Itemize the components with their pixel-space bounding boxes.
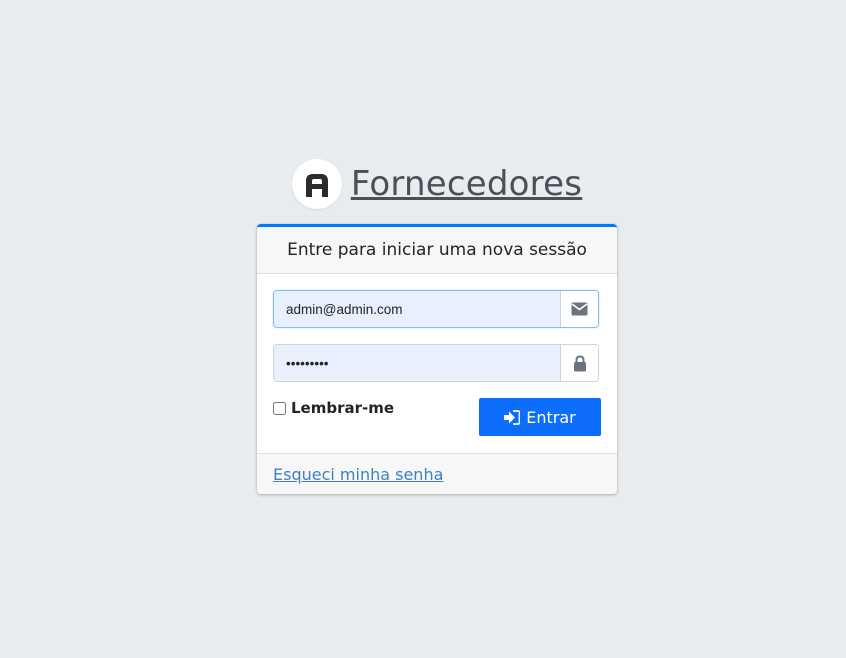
login-form: Lembrar-me Entrar <box>257 274 617 453</box>
form-actions: Lembrar-me Entrar <box>273 398 601 436</box>
brand-title[interactable]: Fornecedores <box>351 164 582 204</box>
forgot-password-link[interactable]: Esqueci minha senha <box>273 465 443 484</box>
remember-me[interactable]: Lembrar-me <box>273 399 394 417</box>
remember-label: Lembrar-me <box>291 399 395 417</box>
lock-icon <box>573 354 586 371</box>
login-button[interactable]: Entrar <box>479 398 601 436</box>
email-input-group <box>273 290 599 328</box>
password-field[interactable] <box>274 345 560 381</box>
login-button-label: Entrar <box>526 407 576 427</box>
login-header-text: Entre para iniciar uma nova sessão <box>287 240 587 260</box>
email-field[interactable] <box>274 291 560 327</box>
login-box: Fornecedores Entre para iniciar uma nova… <box>257 158 617 494</box>
brand-link[interactable]: Fornecedores <box>257 158 617 210</box>
sign-in-icon <box>504 409 521 425</box>
envelope-icon <box>571 302 588 316</box>
brand-logo <box>291 159 342 209</box>
remember-checkbox[interactable] <box>273 401 286 415</box>
password-input-group <box>273 344 599 382</box>
login-footer: Esqueci minha senha <box>257 453 617 494</box>
password-addon <box>560 345 598 381</box>
login-header: Entre para iniciar uma nova sessão <box>257 227 617 274</box>
login-card: Entre para iniciar uma nova sessão admin… <box>257 224 617 494</box>
logo-a-icon <box>305 174 328 197</box>
email-addon <box>560 291 598 327</box>
